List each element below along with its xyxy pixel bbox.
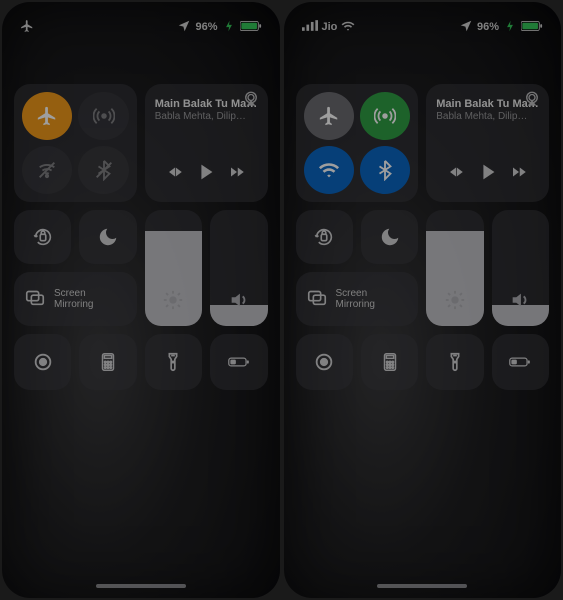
status-right: 96% [459, 19, 543, 36]
charging-icon [503, 19, 517, 36]
brightness-slider[interactable] [426, 210, 483, 326]
rewind-button[interactable] [166, 163, 184, 186]
location-icon [177, 19, 191, 36]
screen-mirroring-label-1: Screen [54, 288, 93, 299]
volume-slider[interactable] [492, 210, 549, 326]
home-indicator[interactable] [96, 584, 186, 588]
airplane-mode-toggle[interactable] [22, 92, 72, 140]
wifi-toggle[interactable] [304, 146, 354, 194]
battery-percent: 96% [195, 21, 217, 33]
screen-mirroring-label-2: Mirroring [336, 299, 375, 310]
control-center: Main Balak Tu Ma… Babla Mehta, Dilip… [12, 84, 270, 390]
phone-left: 96% [2, 2, 280, 598]
airplay-icon[interactable] [242, 90, 260, 113]
status-left [20, 19, 34, 36]
screen-mirroring-button[interactable]: Screen Mirroring [296, 272, 419, 326]
calculator-button[interactable] [361, 334, 418, 390]
signal-icon [302, 20, 318, 34]
cellular-data-toggle[interactable] [78, 92, 128, 140]
screen-mirroring-icon [306, 286, 328, 313]
bluetooth-toggle[interactable] [78, 146, 128, 194]
status-bar: Jio 96% [294, 16, 552, 38]
battery-percent: 96% [477, 21, 499, 33]
media-tile[interactable]: Main Balak Tu Ma… Babla Mehta, Dilip… [426, 84, 549, 202]
location-icon [459, 19, 473, 36]
play-button[interactable] [477, 161, 499, 188]
forward-button[interactable] [510, 163, 528, 186]
status-left: Jio [302, 19, 356, 36]
flashlight-button[interactable] [426, 334, 483, 390]
screen-mirroring-label-2: Mirroring [54, 299, 93, 310]
play-button[interactable] [195, 161, 217, 188]
airplane-mode-toggle[interactable] [304, 92, 354, 140]
screen-mirroring-icon [24, 286, 46, 313]
media-tile[interactable]: Main Balak Tu Ma… Babla Mehta, Dilip… [145, 84, 268, 202]
wifi-toggle[interactable] [22, 146, 72, 194]
bluetooth-toggle[interactable] [360, 146, 410, 194]
phone-right: Jio 96% [284, 2, 562, 598]
low-power-button[interactable] [492, 334, 549, 390]
do-not-disturb-button[interactable] [79, 210, 136, 264]
low-power-button[interactable] [210, 334, 267, 390]
orientation-lock-button[interactable] [14, 210, 71, 264]
cellular-data-toggle[interactable] [360, 92, 410, 140]
battery-icon [240, 20, 262, 35]
status-right: 96% [177, 19, 261, 36]
screen-record-button[interactable] [296, 334, 353, 390]
volume-slider[interactable] [210, 210, 267, 326]
calculator-button[interactable] [79, 334, 136, 390]
volume-icon [509, 289, 531, 316]
connectivity-tile[interactable] [296, 84, 419, 202]
carrier-name: Jio [322, 21, 338, 33]
connectivity-tile[interactable] [14, 84, 137, 202]
forward-button[interactable] [228, 163, 246, 186]
brightness-icon [444, 289, 466, 316]
airplay-icon[interactable] [523, 90, 541, 113]
screen-mirroring-button[interactable]: Screen Mirroring [14, 272, 137, 326]
volume-icon [228, 289, 250, 316]
airplane-status-icon [20, 19, 34, 36]
brightness-icon [162, 289, 184, 316]
home-indicator[interactable] [377, 584, 467, 588]
screen-record-button[interactable] [14, 334, 71, 390]
battery-icon [521, 20, 543, 35]
charging-icon [222, 19, 236, 36]
wifi-status-icon [341, 19, 355, 36]
rewind-button[interactable] [447, 163, 465, 186]
do-not-disturb-button[interactable] [361, 210, 418, 264]
screen-mirroring-label-1: Screen [336, 288, 375, 299]
orientation-lock-button[interactable] [296, 210, 353, 264]
status-bar: 96% [12, 16, 270, 38]
flashlight-button[interactable] [145, 334, 202, 390]
brightness-slider[interactable] [145, 210, 202, 326]
control-center: Main Balak Tu Ma… Babla Mehta, Dilip… [294, 84, 552, 390]
